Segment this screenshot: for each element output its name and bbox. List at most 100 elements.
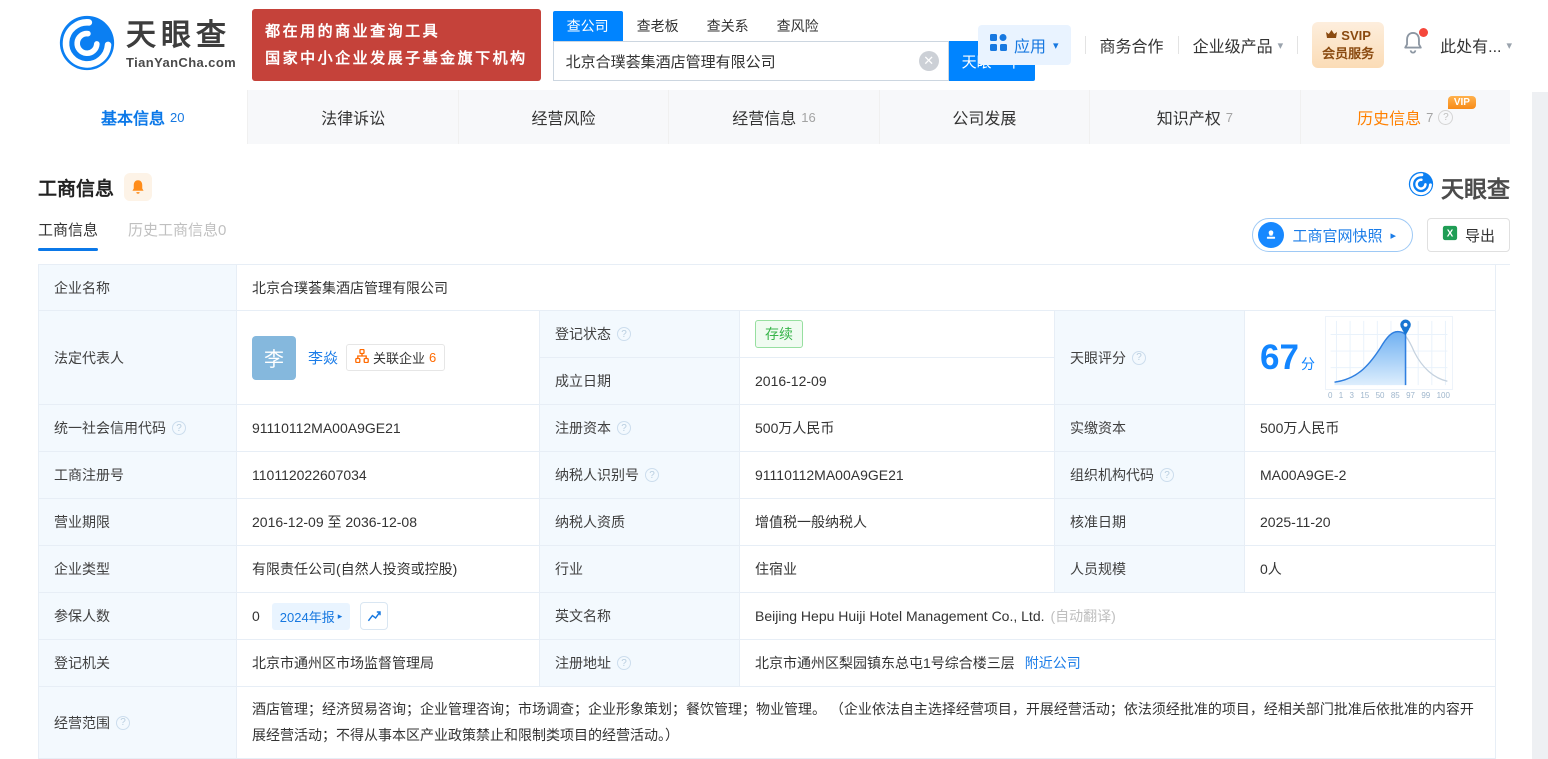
field-label-tyc-score: 天眼评分 ? <box>1055 311 1245 405</box>
trend-chart-button[interactable] <box>360 602 389 630</box>
field-label-company-type: 企业类型 <box>39 546 237 593</box>
clear-search-icon[interactable]: ✕ <box>918 51 939 71</box>
divider <box>1297 36 1299 54</box>
annual-report-badge[interactable]: 2024年报 ▸ <box>271 602 351 630</box>
tab-basic-info-label: 基本信息 <box>100 111 165 128</box>
related-companies-button[interactable]: 关联企业 6 <box>346 344 446 371</box>
field-value-legal-rep: 李 李焱 关联企业 6 <box>237 311 540 405</box>
tianyancha-swirl-icon <box>58 14 116 77</box>
field-value-taxpayer-id: 91110112MA00A9GE21 <box>740 452 1055 499</box>
tab-legal-proceedings[interactable]: 法律诉讼 <box>248 90 459 144</box>
vip-badge: VIP <box>1447 96 1476 109</box>
tianyancha-watermark: 天眼查 <box>1408 170 1510 204</box>
tab-history-info[interactable]: VIP 历史信息 7 ? <box>1301 90 1510 144</box>
company-section-tabs: 基本信息 20 法律诉讼 经营风险 经营信息 16 公司发展 知识产权 7 VI… <box>38 90 1510 144</box>
svg-text:X: X <box>1447 229 1454 240</box>
crown-icon <box>1325 27 1338 45</box>
nav-enterprise-label: 企业级产品 <box>1192 39 1273 56</box>
search-area: 查公司 查老板 查关系 查风险 ✕ 天眼一下 <box>552 11 1035 81</box>
credit-code-help-icon[interactable]: ? <box>172 421 186 435</box>
top-header: 天眼查 TianYanCha.com 都在用的商业查询工具 国家中小企业发展子基… <box>0 0 1548 90</box>
tab-ip-label: 知识产权 <box>1156 111 1221 128</box>
field-value-staff-size: 0人 <box>1245 546 1496 593</box>
business-scope-help-icon[interactable]: ? <box>116 715 130 730</box>
tab-count: 16 <box>801 109 816 125</box>
tab-operating-info[interactable]: 经营信息 16 <box>669 90 880 144</box>
tab-development-label: 公司发展 <box>952 111 1017 128</box>
org-code-help-icon[interactable]: ? <box>1160 468 1174 482</box>
svip-sublabel: 会员服务 <box>1322 46 1375 61</box>
field-value-reg-capital: 500万人民币 <box>740 405 1055 452</box>
user-name: 此处有... <box>1440 39 1502 56</box>
notification-bell-button[interactable] <box>1402 27 1429 60</box>
field-label-reg-number: 工商注册号 <box>39 452 237 499</box>
field-label-approval-date: 核准日期 <box>1055 499 1245 546</box>
field-label-english-name: 英文名称 <box>540 593 740 640</box>
field-value-company-type: 有限责任公司(自然人投资或控股) <box>237 546 540 593</box>
score-number: 67 <box>1260 338 1299 377</box>
reg-address-help-icon[interactable]: ? <box>617 656 631 670</box>
vertical-scrollbar[interactable] <box>1532 92 1548 759</box>
reg-status-help-icon[interactable]: ? <box>617 327 631 341</box>
logo-name: 天眼查 <box>126 18 231 52</box>
watermark-swirl-icon <box>1408 171 1434 203</box>
search-tab-relation[interactable]: 查关系 <box>693 11 763 41</box>
tab-count: 20 <box>169 109 185 125</box>
search-tab-boss[interactable]: 查老板 <box>623 11 693 41</box>
field-value-credit-code: 91110112MA00A9GE21 <box>237 405 540 452</box>
enterprise-caret-icon: ▾ <box>1277 39 1284 52</box>
field-value-business-term: 2016-12-09 至 2036-12-08 <box>237 499 540 546</box>
field-label-taxpayer-id: 纳税人识别号 ? <box>540 452 740 499</box>
legal-rep-link[interactable]: 李焱 <box>308 347 338 368</box>
tianyancha-logo[interactable]: 天眼查 TianYanCha.com <box>58 14 236 77</box>
field-value-taxpayer-quality: 增值税一般纳税人 <box>740 499 1055 546</box>
tab-operating-risk[interactable]: 经营风险 <box>459 90 670 144</box>
divider <box>1177 36 1179 54</box>
main-content: 工商信息 天眼查 工商信息 历史工商信息0 工商官网快照 ▸ X 导出 企业名称… <box>0 170 1548 759</box>
subscribe-bell-icon[interactable] <box>124 173 153 201</box>
legal-rep-avatar[interactable]: 李 <box>252 335 296 380</box>
search-tabs: 查公司 查老板 查关系 查风险 <box>552 11 1035 41</box>
subtab-business-info[interactable]: 工商信息 <box>38 219 99 251</box>
score-chart-axis: 01 3 15 50 85 97 99 100 <box>1327 390 1450 400</box>
field-label-reg-address: 注册地址 ? <box>540 640 740 687</box>
tab-company-development[interactable]: 公司发展 <box>880 90 1091 144</box>
field-value-industry: 住宿业 <box>740 546 1055 593</box>
promo-banner-line2: 国家中小企业发展子基金旗下机构 <box>265 50 528 67</box>
subtab-history-business-info[interactable]: 历史工商信息0 <box>128 219 226 251</box>
apps-grid-icon <box>990 34 1007 56</box>
field-label-org-code: 组织机构代码 ? <box>1055 452 1245 499</box>
field-label-credit-code: 统一社会信用代码 ? <box>39 405 237 452</box>
field-value-tyc-score: 67 分 0 1 3 15 50 85 97 99 100 <box>1245 311 1496 405</box>
tab-intellectual-property[interactable]: 知识产权 7 <box>1090 90 1301 144</box>
search-input[interactable] <box>552 41 949 81</box>
svip-member-button[interactable]: SVIP 会员服务 <box>1312 22 1385 68</box>
related-companies-label: 关联企业 <box>373 351 426 366</box>
official-snapshot-button[interactable]: 工商官网快照 ▸ <box>1252 218 1413 252</box>
export-button[interactable]: X 导出 <box>1426 218 1510 252</box>
watermark-text: 天眼查 <box>1441 176 1510 202</box>
taxpayer-id-help-icon[interactable]: ? <box>645 468 659 482</box>
field-label-reg-authority: 登记机关 <box>39 640 237 687</box>
history-help-icon[interactable]: ? <box>1438 109 1454 125</box>
tyc-score-help-icon[interactable]: ? <box>1132 350 1146 365</box>
field-label-reg-status: 登记状态 ? <box>540 311 740 358</box>
field-value-reg-authority: 北京市通州区市场监督管理局 <box>237 640 540 687</box>
tab-basic-info[interactable]: 基本信息 20 <box>38 90 249 144</box>
user-menu[interactable]: 此处有... ▾ <box>1440 33 1512 57</box>
reg-capital-help-icon[interactable]: ? <box>617 421 631 435</box>
apps-menu-button[interactable]: 应用 ▾ <box>978 25 1071 65</box>
field-value-business-scope: 酒店管理；经济贸易咨询；企业管理咨询；市场调查；企业形象策划；餐饮管理；物业管理… <box>237 687 1496 759</box>
snapshot-caret-icon: ▸ <box>1390 229 1396 242</box>
nearby-companies-link[interactable]: 附近公司 <box>1025 653 1081 673</box>
search-tab-company[interactable]: 查公司 <box>552 11 623 41</box>
snapshot-label: 工商官网快照 <box>1292 227 1383 245</box>
org-chart-icon <box>355 348 369 366</box>
field-value-reg-status: 存续 <box>740 311 1055 358</box>
notification-dot <box>1419 27 1429 37</box>
nav-business-cooperation[interactable]: 商务合作 <box>1100 33 1164 57</box>
search-tab-risk[interactable]: 查风险 <box>763 11 833 41</box>
nav-enterprise-products[interactable]: 企业级产品 ▾ <box>1193 33 1284 57</box>
field-value-english-name: Beijing Hepu Huiji Hotel Management Co.,… <box>740 593 1496 640</box>
divider <box>1084 36 1086 54</box>
